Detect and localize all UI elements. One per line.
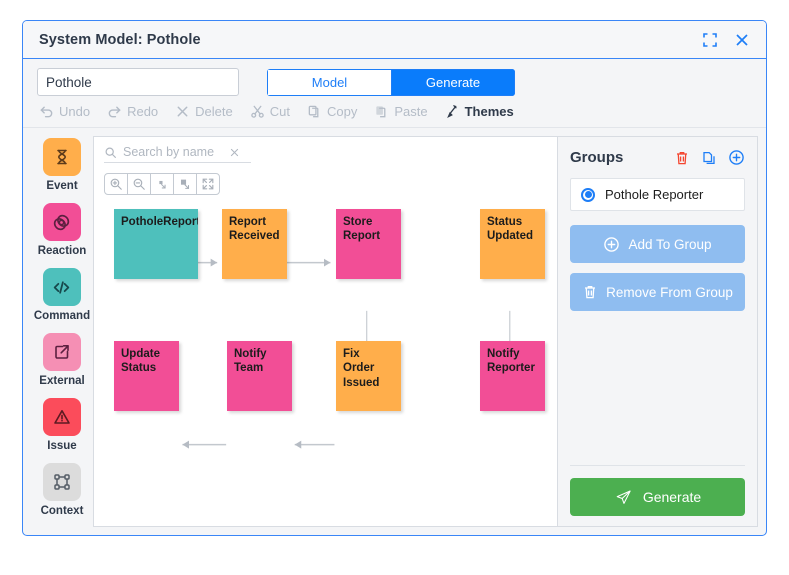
- system-model-window: System Model: Pothole Model Generate: [22, 20, 767, 536]
- trash-icon: [585, 286, 596, 299]
- paste-button[interactable]: Paste: [374, 104, 428, 119]
- element-palette: Event Reaction Command External Issue Co…: [31, 136, 93, 527]
- redo-label: Redo: [127, 104, 159, 119]
- groups-panel: Groups Pothole Reporter Add To Group Rem…: [558, 136, 758, 527]
- search-input[interactable]: [123, 145, 223, 159]
- zoom-out-icon[interactable]: [127, 173, 151, 195]
- window-titlebar: System Model: Pothole: [23, 21, 766, 59]
- undo-button[interactable]: Undo: [39, 104, 90, 119]
- search-icon: [105, 147, 116, 158]
- palette-item-event[interactable]: Event: [43, 138, 81, 192]
- graph-node-report-received[interactable]: Report Received: [222, 209, 287, 279]
- graph-node-notify-reporter[interactable]: Notify Reporter: [480, 341, 545, 411]
- delete-button[interactable]: Delete: [175, 104, 233, 119]
- group-list: Pothole Reporter: [570, 178, 745, 211]
- graph-node-pothole-reporter[interactable]: PotholeReporter: [114, 209, 198, 279]
- palette-label: Event: [46, 180, 78, 192]
- search-row: [104, 145, 251, 163]
- copy-icon[interactable]: [701, 150, 717, 166]
- palette-label: Command: [33, 310, 91, 322]
- group-name: Pothole Reporter: [605, 187, 704, 202]
- palette-item-context[interactable]: Context: [40, 463, 84, 517]
- plus-circle-icon: [604, 236, 620, 252]
- generate-button[interactable]: Generate: [570, 478, 745, 516]
- list-item[interactable]: Pothole Reporter: [581, 187, 734, 202]
- send-icon: [616, 490, 631, 504]
- groups-spacer: [570, 321, 745, 465]
- remove-from-group-label: Remove From Group: [606, 284, 733, 300]
- graph-node-update-status[interactable]: Update Status: [114, 341, 179, 411]
- graph-node-status-updated[interactable]: Status Updated: [480, 209, 545, 279]
- palette-label: Issue: [47, 440, 77, 452]
- cut-label: Cut: [269, 104, 290, 119]
- zoom-to-selection-large-icon[interactable]: [173, 173, 197, 195]
- graph-node-store-report[interactable]: Store Report: [336, 209, 401, 279]
- add-to-group-button[interactable]: Add To Group: [570, 225, 745, 263]
- page-title: System Model: Pothole: [39, 31, 201, 48]
- palette-label: Context: [40, 505, 84, 517]
- model-canvas[interactable]: PotholeReporter Report Received Store Repo…: [93, 136, 558, 527]
- divider: [570, 465, 745, 466]
- add-to-group-label: Add To Group: [628, 236, 712, 252]
- groups-header: Groups: [570, 149, 745, 166]
- trash-icon[interactable]: [674, 150, 690, 166]
- remove-from-group-button[interactable]: Remove From Group: [570, 273, 745, 311]
- undo-label: Undo: [59, 104, 91, 119]
- issue-chip: [43, 398, 81, 436]
- copy-button[interactable]: Copy: [307, 104, 357, 119]
- event-chip: [43, 138, 81, 176]
- context-chip: [43, 463, 81, 501]
- tab-model[interactable]: Model: [267, 68, 391, 96]
- graph-node-fix-order-issued[interactable]: Fix Order Issued: [336, 341, 401, 411]
- palette-label: External: [39, 375, 85, 387]
- cut-button[interactable]: Cut: [250, 104, 290, 119]
- groups-header-actions: [674, 149, 745, 166]
- zoom-controls: [104, 173, 220, 195]
- canvas-toolbar: [94, 137, 557, 195]
- paste-label: Paste: [394, 104, 428, 119]
- group-radio[interactable]: [581, 187, 595, 202]
- reaction-chip: [42, 203, 81, 241]
- themes-label: Themes: [464, 104, 514, 119]
- fit-to-screen-icon[interactable]: [196, 173, 220, 195]
- palette-item-reaction[interactable]: Reaction: [37, 203, 87, 257]
- plus-circle-icon[interactable]: [728, 149, 745, 166]
- zoom-in-icon[interactable]: [104, 173, 128, 195]
- clear-search-icon[interactable]: [229, 147, 240, 158]
- copy-label: Copy: [326, 104, 358, 119]
- delete-label: Delete: [195, 104, 233, 119]
- edit-toolbar: Undo Redo Delete Cut Copy Paste Themes: [37, 96, 752, 127]
- groups-title: Groups: [570, 149, 624, 166]
- model-name-input[interactable]: [37, 68, 239, 96]
- generate-label: Generate: [642, 489, 702, 505]
- command-chip: [42, 268, 81, 306]
- window-controls: [700, 30, 752, 50]
- palette-label: Reaction: [37, 245, 87, 257]
- external-chip: [42, 333, 81, 371]
- palette-item-command[interactable]: Command: [34, 268, 90, 322]
- workspace: Event Reaction Command External Issue Co…: [23, 128, 766, 535]
- palette-item-external[interactable]: External: [39, 333, 85, 387]
- graph-node-notify-team[interactable]: Notify Team: [227, 341, 292, 411]
- tab-generate[interactable]: Generate: [391, 68, 515, 96]
- toolbar-primary-row: Model Generate: [37, 68, 752, 96]
- close-icon[interactable]: [732, 30, 752, 50]
- themes-button[interactable]: Themes: [445, 104, 514, 119]
- expand-icon[interactable]: [700, 30, 720, 50]
- redo-button[interactable]: Redo: [107, 104, 158, 119]
- graph-area[interactable]: PotholeReporter Report Received Store Repo…: [94, 195, 557, 526]
- palette-item-issue[interactable]: Issue: [43, 398, 81, 452]
- mode-tabs: Model Generate: [267, 68, 515, 96]
- toolbar: Model Generate Undo Redo Del: [23, 59, 766, 128]
- zoom-to-selection-small-icon[interactable]: [150, 173, 174, 195]
